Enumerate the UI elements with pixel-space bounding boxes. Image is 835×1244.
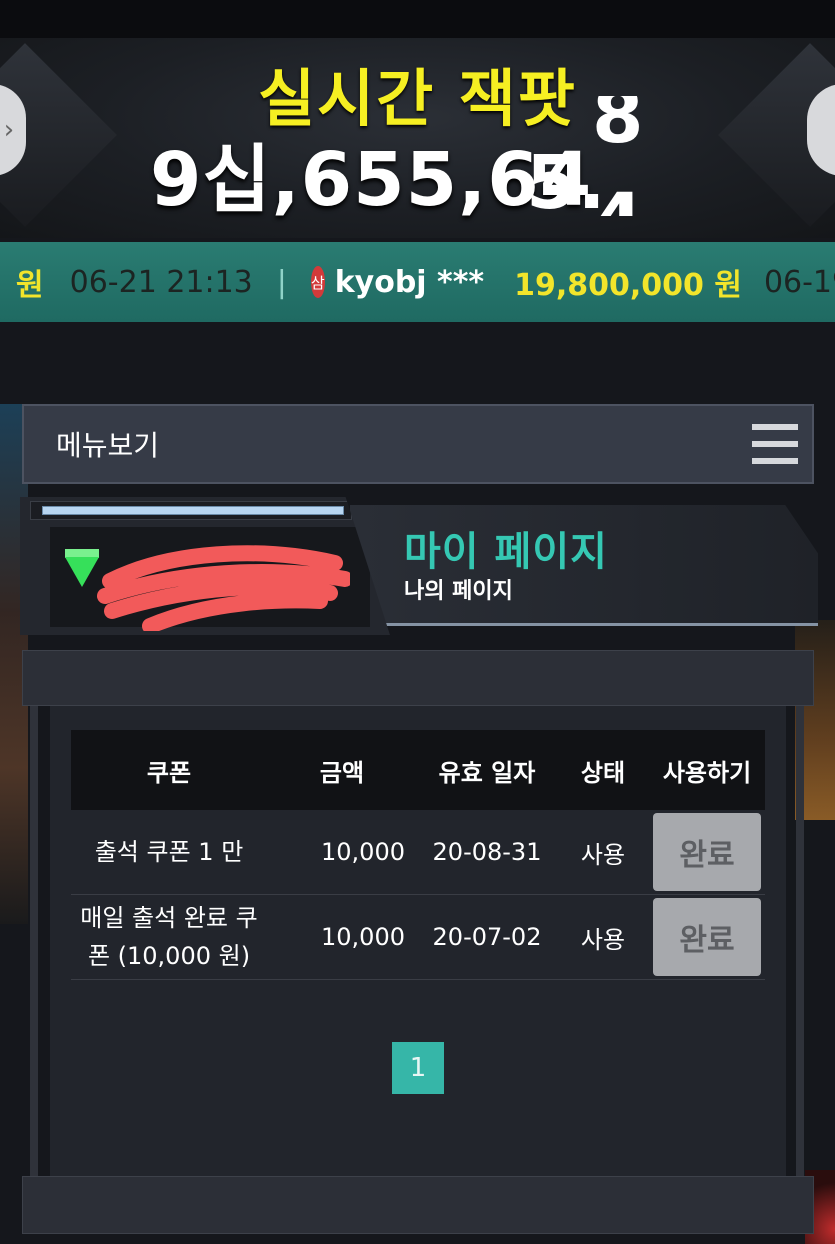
coupon-amount: 10,000 bbox=[267, 894, 417, 980]
completed-button[interactable]: 완료 bbox=[653, 898, 761, 976]
column-header-status: 상태 bbox=[557, 730, 649, 810]
header-light bbox=[42, 506, 344, 515]
coupon-name: 매일 출석 완료 쿠폰 (10,000 원) bbox=[71, 894, 267, 980]
pagination-page-button[interactable]: 1 bbox=[392, 1042, 444, 1094]
panel-rod bbox=[796, 706, 804, 1176]
coupon-expiry: 20-07-02 bbox=[417, 894, 557, 980]
column-header-expiry: 유효 일자 bbox=[417, 730, 557, 810]
coupon-status: 사용 bbox=[557, 894, 649, 980]
page-subtitle: 나의 페이지 bbox=[404, 579, 513, 604]
hamburger-menu-icon[interactable] bbox=[752, 424, 798, 464]
ticker-user: kyobj *** bbox=[334, 264, 485, 300]
page-title: 마이 페이지 bbox=[404, 529, 608, 575]
coupon-expiry: 20-08-31 bbox=[417, 810, 557, 895]
coupon-amount: 10,000 bbox=[267, 810, 417, 895]
redaction-scribble bbox=[97, 545, 350, 631]
column-header-amount: 금액 bbox=[267, 730, 417, 810]
panel-rod bbox=[30, 706, 38, 1176]
menu-bar[interactable]: 메뉴보기 bbox=[22, 404, 814, 484]
table-row: 출석 쿠폰 1 만 10,000 20-08-31 사용 완료 bbox=[71, 810, 765, 895]
table-header-row: 쿠폰 금액 유효 일자 상태 사용하기 bbox=[71, 730, 765, 810]
winner-ticker: 원 06-21 21:13 | 삼 kyobj *** 19,800,000 원… bbox=[0, 242, 835, 322]
coupon-action-cell: 완료 bbox=[649, 894, 765, 980]
jackpot-rolling-digits: 8 5. 4 bbox=[526, 96, 686, 216]
content-panel-top bbox=[22, 650, 814, 706]
ticker-separator: | bbox=[276, 264, 287, 300]
content-panel-bottom bbox=[22, 1176, 814, 1234]
coupon-table: 쿠폰 금액 유효 일자 상태 사용하기 출석 쿠폰 1 만 10,000 20-… bbox=[71, 730, 765, 980]
ticker-currency: 원 bbox=[16, 268, 44, 303]
header-logo-panel bbox=[20, 497, 390, 635]
page-header: 마이 페이지 나의 페이지 bbox=[20, 497, 820, 639]
ticker-time: 06-19 bbox=[763, 264, 835, 300]
coupon-status: 사용 bbox=[557, 810, 649, 895]
top-strip bbox=[0, 0, 835, 38]
rolling-digit: 4 bbox=[592, 178, 644, 216]
coupon-action-cell: 완료 bbox=[649, 810, 765, 895]
completed-button[interactable]: 완료 bbox=[653, 813, 761, 891]
column-header-use: 사용하기 bbox=[649, 730, 765, 810]
game-badge-icon: 삼 bbox=[310, 266, 325, 298]
table-row: 매일 출석 완료 쿠폰 (10,000 원) 10,000 20-07-02 사… bbox=[71, 894, 765, 980]
coupon-name: 출석 쿠폰 1 만 bbox=[71, 810, 267, 895]
jackpot-banner: › 실시간 잭팟 9십,655,64 8 5. 4 bbox=[0, 38, 835, 238]
ticker-time: 06-21 21:13 bbox=[69, 264, 253, 300]
ticker-amount: 19,800,000 원 bbox=[514, 268, 742, 303]
column-header-coupon: 쿠폰 bbox=[71, 730, 267, 810]
menu-label: 메뉴보기 bbox=[56, 429, 160, 462]
